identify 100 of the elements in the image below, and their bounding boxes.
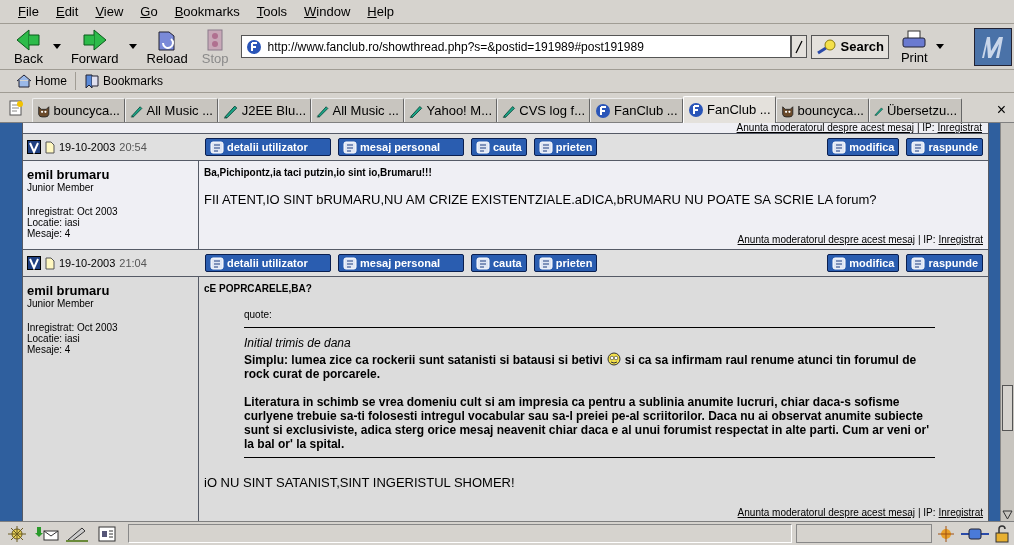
- menu-item[interactable]: File: [18, 1, 39, 22]
- post-date: 19-10-2003: [59, 139, 116, 155]
- bookmarks-icon: [84, 73, 100, 89]
- ip-label: | IP:: [917, 234, 936, 246]
- post-text: FII ATENT,IO SINT bRUMARU,NU AM CRIZE EXISTENTZIALE.aDICA,bRUMARU NU POATE SA SCRIE LA forum?: [204, 192, 878, 208]
- search-button[interactable]: Search: [810, 34, 889, 59]
- quote-author: Initial trimis de dana: [244, 336, 352, 350]
- tab[interactable]: bouncyca...: [32, 98, 125, 122]
- tab[interactable]: bouncyca...: [776, 98, 869, 122]
- tab[interactable]: All Music ...: [125, 98, 218, 122]
- post-action-button[interactable]: cauta: [471, 254, 527, 272]
- menu-item[interactable]: Tools: [256, 1, 288, 22]
- author-name[interactable]: emil brumaru: [27, 167, 198, 182]
- tab[interactable]: CVS log f...: [497, 98, 590, 122]
- tab[interactable]: FanClub ...: [683, 96, 776, 123]
- back-button[interactable]: Back: [10, 27, 47, 66]
- caret-icon: [935, 44, 944, 49]
- reload-button[interactable]: Reload: [142, 27, 192, 66]
- ip-link[interactable]: Inregistrat: [937, 123, 982, 133]
- forward-button[interactable]: Forward: [66, 27, 123, 66]
- caret-icon[interactable]: [128, 44, 137, 49]
- printer-icon: [901, 28, 928, 51]
- tab[interactable]: FanClub ...: [590, 98, 683, 122]
- ip-label: | IP:: [917, 507, 936, 519]
- report-link[interactable]: Anunta moderatorul despre acest mesaj: [736, 123, 914, 133]
- tab[interactable]: All Music ...: [311, 98, 404, 122]
- post-action-button[interactable]: detalii utilizator: [205, 254, 331, 272]
- author-name[interactable]: emil brumaru: [27, 283, 198, 298]
- print-button[interactable]: Print: [898, 28, 930, 65]
- home-icon: [16, 74, 32, 88]
- menu-item[interactable]: Go: [140, 1, 158, 22]
- scrollbar[interactable]: [1000, 123, 1014, 521]
- globe-icon: [688, 102, 704, 118]
- tab[interactable]: J2EE Blu...: [218, 98, 311, 122]
- menu-item[interactable]: Window: [304, 1, 351, 22]
- report-link[interactable]: Anunta moderatorul despre acest mesaj: [737, 507, 915, 519]
- button-icon: [210, 140, 224, 154]
- post-icon: [27, 256, 41, 270]
- post-action-button[interactable]: cauta: [471, 138, 527, 156]
- page-icon: [45, 256, 55, 270]
- member-rank: Junior Member: [27, 298, 95, 310]
- caret-icon[interactable]: [52, 44, 61, 49]
- padlock-icon[interactable]: [994, 524, 1010, 543]
- post-icon: [27, 140, 41, 154]
- post-action-button[interactable]: modifica: [827, 138, 900, 156]
- button-icon: [343, 256, 357, 270]
- url-field[interactable]: http://www.fanclub.ro/showthread.php?s=&postid=191989#post191989: [240, 35, 791, 58]
- post-text: iO NU SINT SATANIST,SINT INGERISTUL SHOMER!: [204, 475, 516, 491]
- button-icon: [538, 140, 553, 154]
- post-action-button[interactable]: mesaj personal: [338, 254, 464, 272]
- close-tab-button[interactable]: ×: [996, 102, 1006, 118]
- quote-label: quote:: [244, 309, 273, 321]
- globe-icon: [595, 102, 611, 119]
- forward-arrow-icon: [81, 27, 108, 52]
- mail-icon[interactable]: [34, 524, 60, 543]
- home-button[interactable]: Home: [16, 72, 75, 90]
- member-info: Inregistrat: Oct 2003: [27, 322, 119, 333]
- tab[interactable]: Yahoo! M...: [404, 98, 497, 122]
- menu-item[interactable]: Bookmarks: [174, 1, 240, 22]
- button-icon: [476, 140, 490, 154]
- member-rank: Junior Member: [27, 182, 95, 194]
- button-icon: [832, 140, 847, 154]
- tab[interactable]: Übersetzu...: [869, 98, 962, 122]
- button-icon: [832, 256, 847, 270]
- page-icon: [45, 140, 55, 154]
- post-action-button[interactable]: prieten: [533, 138, 598, 156]
- post-date: 19-10-2003: [59, 255, 116, 271]
- button-icon: [343, 140, 357, 154]
- menu-item[interactable]: Help: [367, 1, 395, 22]
- search-icon: [815, 38, 838, 55]
- button-icon: [911, 140, 926, 154]
- scroll-down-icon[interactable]: [1002, 509, 1013, 520]
- post-time: 20:54: [119, 139, 147, 155]
- ip-link[interactable]: Inregistrat: [938, 507, 983, 519]
- post-action-button[interactable]: modifica: [827, 254, 900, 272]
- new-tab-icon[interactable]: [8, 100, 24, 116]
- button-icon: [210, 256, 224, 270]
- report-link[interactable]: Anunta moderatorul despre acest mesaj: [737, 234, 915, 246]
- scrollbar-thumb[interactable]: [1002, 385, 1013, 431]
- back-arrow-icon: [15, 27, 42, 52]
- globe-icon: [245, 38, 262, 55]
- post-action-button[interactable]: raspunde: [906, 138, 983, 156]
- post-action-button[interactable]: detalii utilizator: [205, 138, 331, 156]
- ip-link[interactable]: Inregistrat: [938, 234, 983, 246]
- post-action-button[interactable]: raspunde: [906, 254, 983, 272]
- post-title: cE POPRCARELE,BA?: [204, 283, 313, 295]
- member-info: Locatie: iasi: [27, 333, 81, 344]
- member-info: Mesaje: 4: [27, 228, 72, 239]
- button-icon: [911, 256, 926, 270]
- button-icon: [476, 256, 490, 270]
- post-time: 21:04: [119, 255, 147, 271]
- bookmarks-button[interactable]: Bookmarks: [75, 72, 172, 90]
- post-action-button[interactable]: prieten: [533, 254, 598, 272]
- slash-icon: [794, 39, 803, 54]
- member-info: Inregistrat: Oct 2003: [27, 206, 119, 217]
- logo-icon[interactable]: [974, 27, 1012, 66]
- post-action-button[interactable]: mesaj personal: [338, 138, 464, 156]
- quote-text: Literatura in schimb se vrea domeniu cult si am impresia ca pentru a sublinia anumite lucruri, chiar daca-s sofisme curlyene trebuie sa-ti folosesti intregul vocabular sau sa-l preiei pe-al scriitorilor. Daca nu ai observat anumite subiecte sunt si exclusiviste, adica sterg orice mesaj neavenit chiar daca e al unui forumist respectat in alte parti. Cum ar veni or' la bal or' la spital.: [244, 395, 931, 451]
- menu-item[interactable]: View: [95, 1, 124, 22]
- menu-item[interactable]: Edit: [55, 1, 79, 22]
